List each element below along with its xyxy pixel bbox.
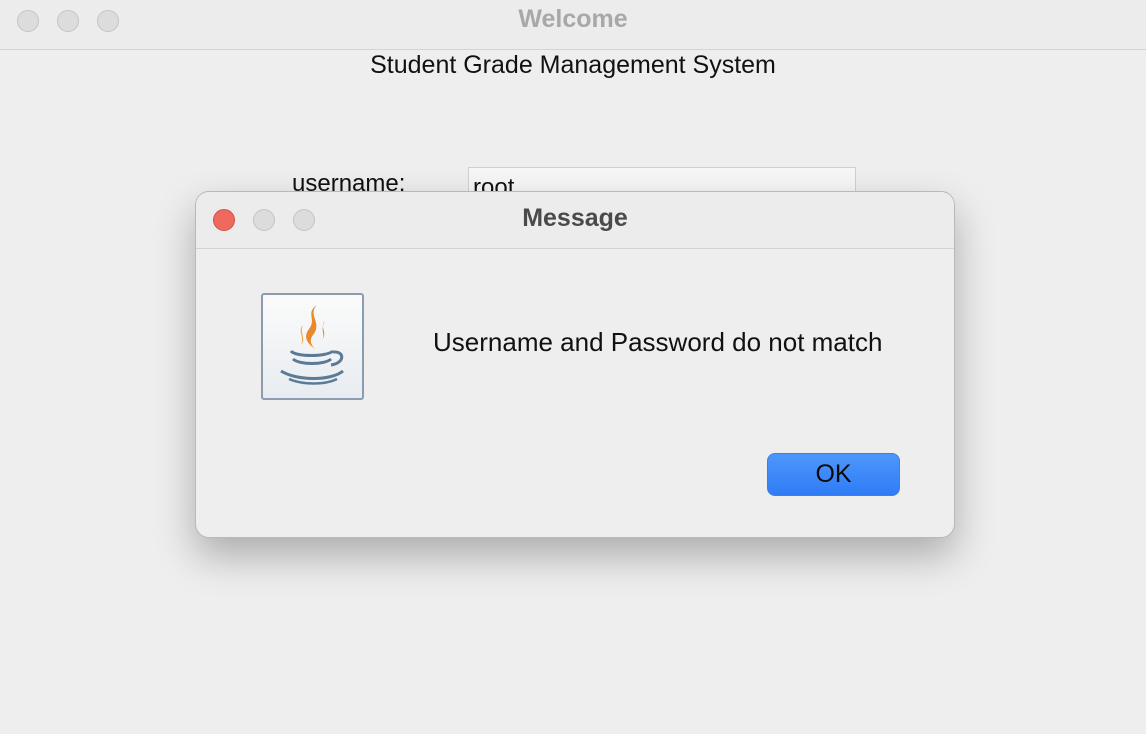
dialog-titlebar: Message [196,192,954,249]
message-dialog: Message Username and Password do not mat… [195,191,955,538]
dialog-message: Username and Password do not match [433,327,883,357]
window-title: Welcome [518,5,628,33]
java-coffee-cup-icon [261,293,364,400]
window-titlebar: Welcome [0,0,1146,50]
app-heading: Student Grade Management System [370,51,776,79]
dialog-title: Message [522,204,628,232]
ok-button[interactable]: OK [767,453,900,496]
